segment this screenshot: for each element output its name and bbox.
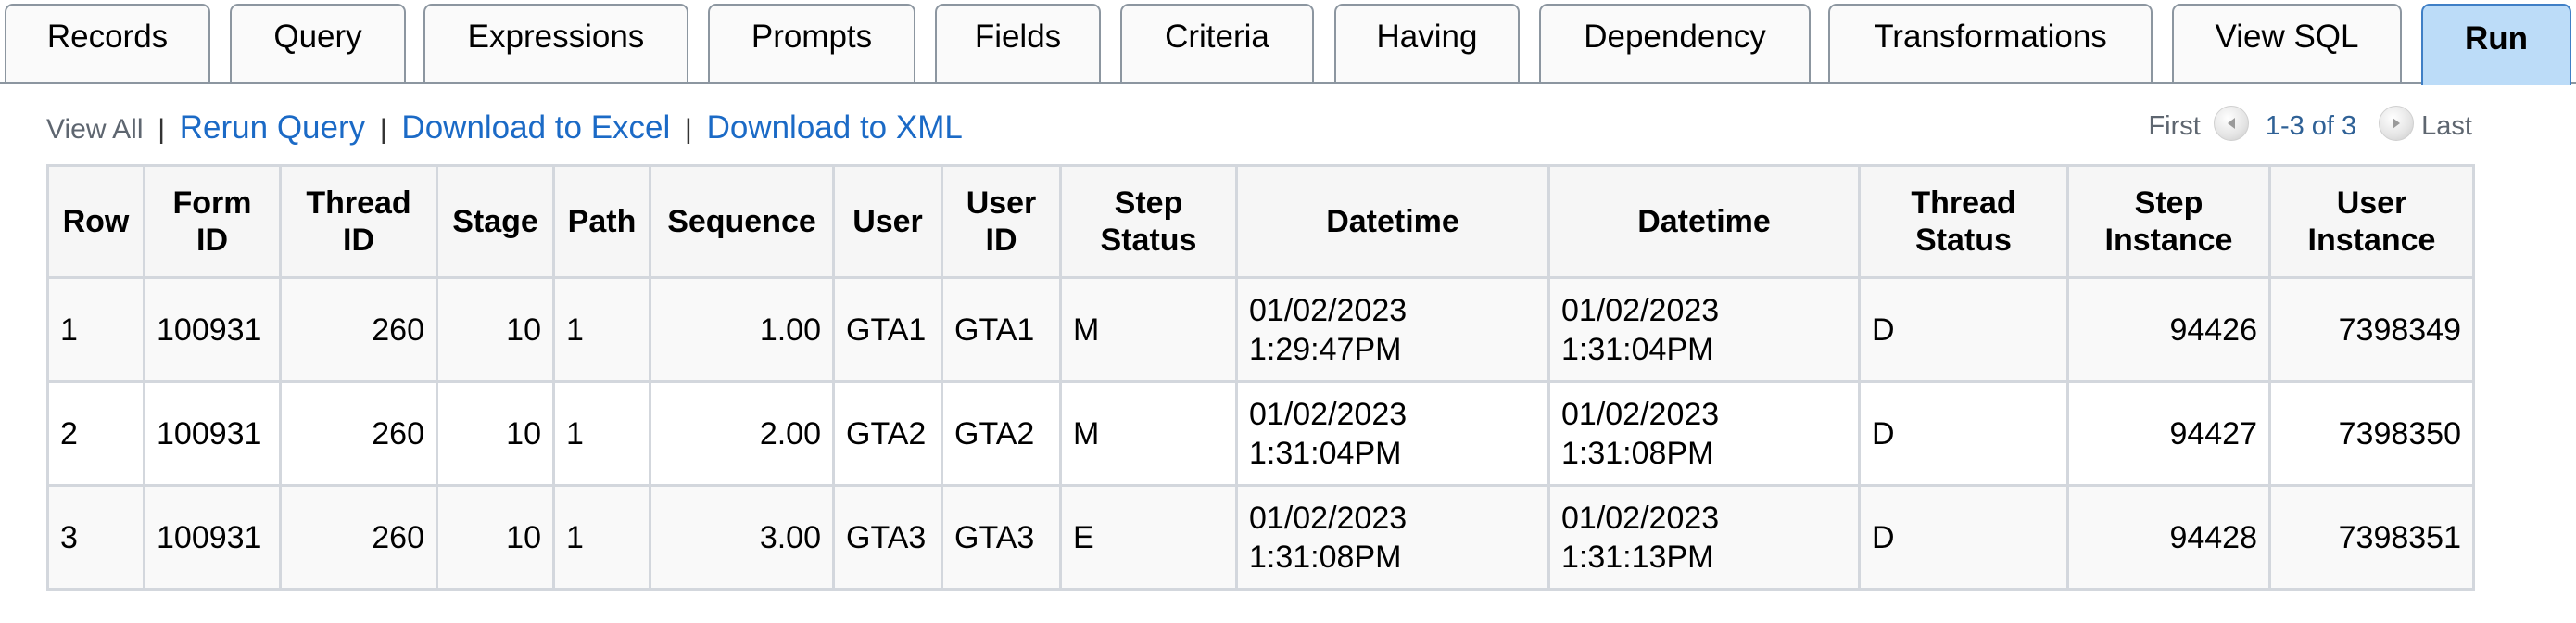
table-cell: GTA3 [832, 484, 943, 591]
column-header: Form ID [143, 164, 282, 279]
table-cell: 1 [552, 276, 651, 383]
separator: | [158, 114, 166, 145]
table-cell: 94427 [2066, 380, 2271, 487]
column-header: Thread ID [279, 164, 438, 279]
table-cell: GTA1 [832, 276, 943, 383]
table-cell: 94428 [2066, 484, 2271, 591]
table-cell: 100931 [143, 380, 282, 487]
column-header: User Instance [2268, 164, 2475, 279]
tab-having[interactable]: Having [1334, 4, 1520, 82]
table-cell: 2 [46, 380, 145, 487]
table-cell: GTA2 [941, 380, 1062, 487]
table-cell: 7398351 [2268, 484, 2475, 591]
previous-arrow-icon[interactable] [2213, 105, 2249, 141]
table-cell: D [1858, 380, 2069, 487]
table-cell: 01/02/2023 1:29:47PM [1235, 276, 1550, 383]
table-cell: 7398350 [2268, 380, 2475, 487]
table-cell: 01/02/2023 1:31:08PM [1547, 380, 1861, 487]
tab-prompts[interactable]: Prompts [708, 4, 915, 82]
column-header: User ID [941, 164, 1062, 279]
tab-dependency[interactable]: Dependency [1539, 4, 1811, 82]
table-cell: 260 [279, 276, 438, 383]
table-row[interactable]: 3 100931 260 10 1 3.00 GTA3 GTA3 E 01/02/2023 1:31… [46, 484, 2475, 591]
separator: | [685, 114, 692, 145]
table-cell: 260 [279, 380, 438, 487]
table-cell: 1 [552, 484, 651, 591]
table-cell: 10 [436, 484, 555, 591]
table-cell: 1.00 [649, 276, 835, 383]
page-range: 1-3 of 3 [2265, 111, 2357, 141]
download-xml-link[interactable]: Download to XML [707, 109, 963, 146]
column-header: Row [46, 164, 145, 279]
table-cell: 1 [46, 276, 145, 383]
table-cell: M [1059, 276, 1238, 383]
pager: First 1-3 of 3 Last [2148, 105, 2472, 142]
table-cell: 10 [436, 380, 555, 487]
view-all-label: View All [46, 114, 144, 145]
table-cell: D [1858, 484, 2069, 591]
column-header: Thread Status [1858, 164, 2069, 279]
tab-bar: Records Query Expressions Prompts Fields… [0, 0, 2576, 85]
tab-records[interactable]: Records [5, 4, 210, 82]
first-label: First [2148, 111, 2201, 141]
column-header: Stage [436, 164, 555, 279]
next-arrow-icon[interactable] [2379, 105, 2415, 141]
table-cell: 01/02/2023 1:31:13PM [1547, 484, 1861, 591]
table-cell: 260 [279, 484, 438, 591]
table-header-row: Row Form ID Thread ID Stage Path Sequenc… [46, 164, 2475, 279]
rerun-query-link[interactable]: Rerun Query [180, 109, 365, 146]
table-cell: 01/02/2023 1:31:04PM [1547, 276, 1861, 383]
table-cell: 2.00 [649, 380, 835, 487]
column-header: Step Instance [2066, 164, 2271, 279]
table-cell: E [1059, 484, 1238, 591]
table-row[interactable]: 2 100931 260 10 1 2.00 GTA2 GTA2 M 01/02/2023 1:31… [46, 380, 2475, 487]
table-cell: 1 [552, 380, 651, 487]
tab-criteria[interactable]: Criteria [1120, 4, 1314, 82]
last-label: Last [2421, 111, 2472, 141]
table-cell: 3 [46, 484, 145, 591]
table-cell: M [1059, 380, 1238, 487]
column-header: User [832, 164, 943, 279]
table-cell: 01/02/2023 1:31:04PM [1235, 380, 1550, 487]
results-table: Row Form ID Thread ID Stage Path Sequenc… [46, 164, 2475, 591]
table-cell: 94426 [2066, 276, 2271, 383]
tab-run[interactable]: Run [2421, 4, 2571, 85]
table-cell: D [1858, 276, 2069, 383]
column-header: Datetime [1547, 164, 1861, 279]
separator: | [379, 114, 387, 145]
table-cell: 100931 [143, 484, 282, 591]
column-header: Path [552, 164, 651, 279]
table-cell: 100931 [143, 276, 282, 383]
table-cell: GTA3 [941, 484, 1062, 591]
results-toolbar: View All | Rerun Query | Download to Exc… [46, 109, 963, 146]
table-cell: GTA1 [941, 276, 1062, 383]
table-cell: GTA2 [832, 380, 943, 487]
column-header: Step Status [1059, 164, 1238, 279]
download-excel-link[interactable]: Download to Excel [401, 109, 670, 146]
table-cell: 01/02/2023 1:31:08PM [1235, 484, 1550, 591]
tab-expressions[interactable]: Expressions [423, 4, 688, 82]
tab-transformations[interactable]: Transformations [1828, 4, 2153, 82]
column-header: Datetime [1235, 164, 1550, 279]
tab-query[interactable]: Query [230, 4, 406, 82]
table-cell: 10 [436, 276, 555, 383]
tab-fields[interactable]: Fields [935, 4, 1101, 82]
table-cell: 7398349 [2268, 276, 2475, 383]
column-header: Sequence [649, 164, 835, 279]
tab-bar-divider [0, 82, 2576, 84]
tab-view-sql[interactable]: View SQL [2172, 4, 2402, 82]
table-row[interactable]: 1 100931 260 10 1 1.00 GTA1 GTA1 M 01/02/2023 1:29… [46, 276, 2475, 383]
table-cell: 3.00 [649, 484, 835, 591]
